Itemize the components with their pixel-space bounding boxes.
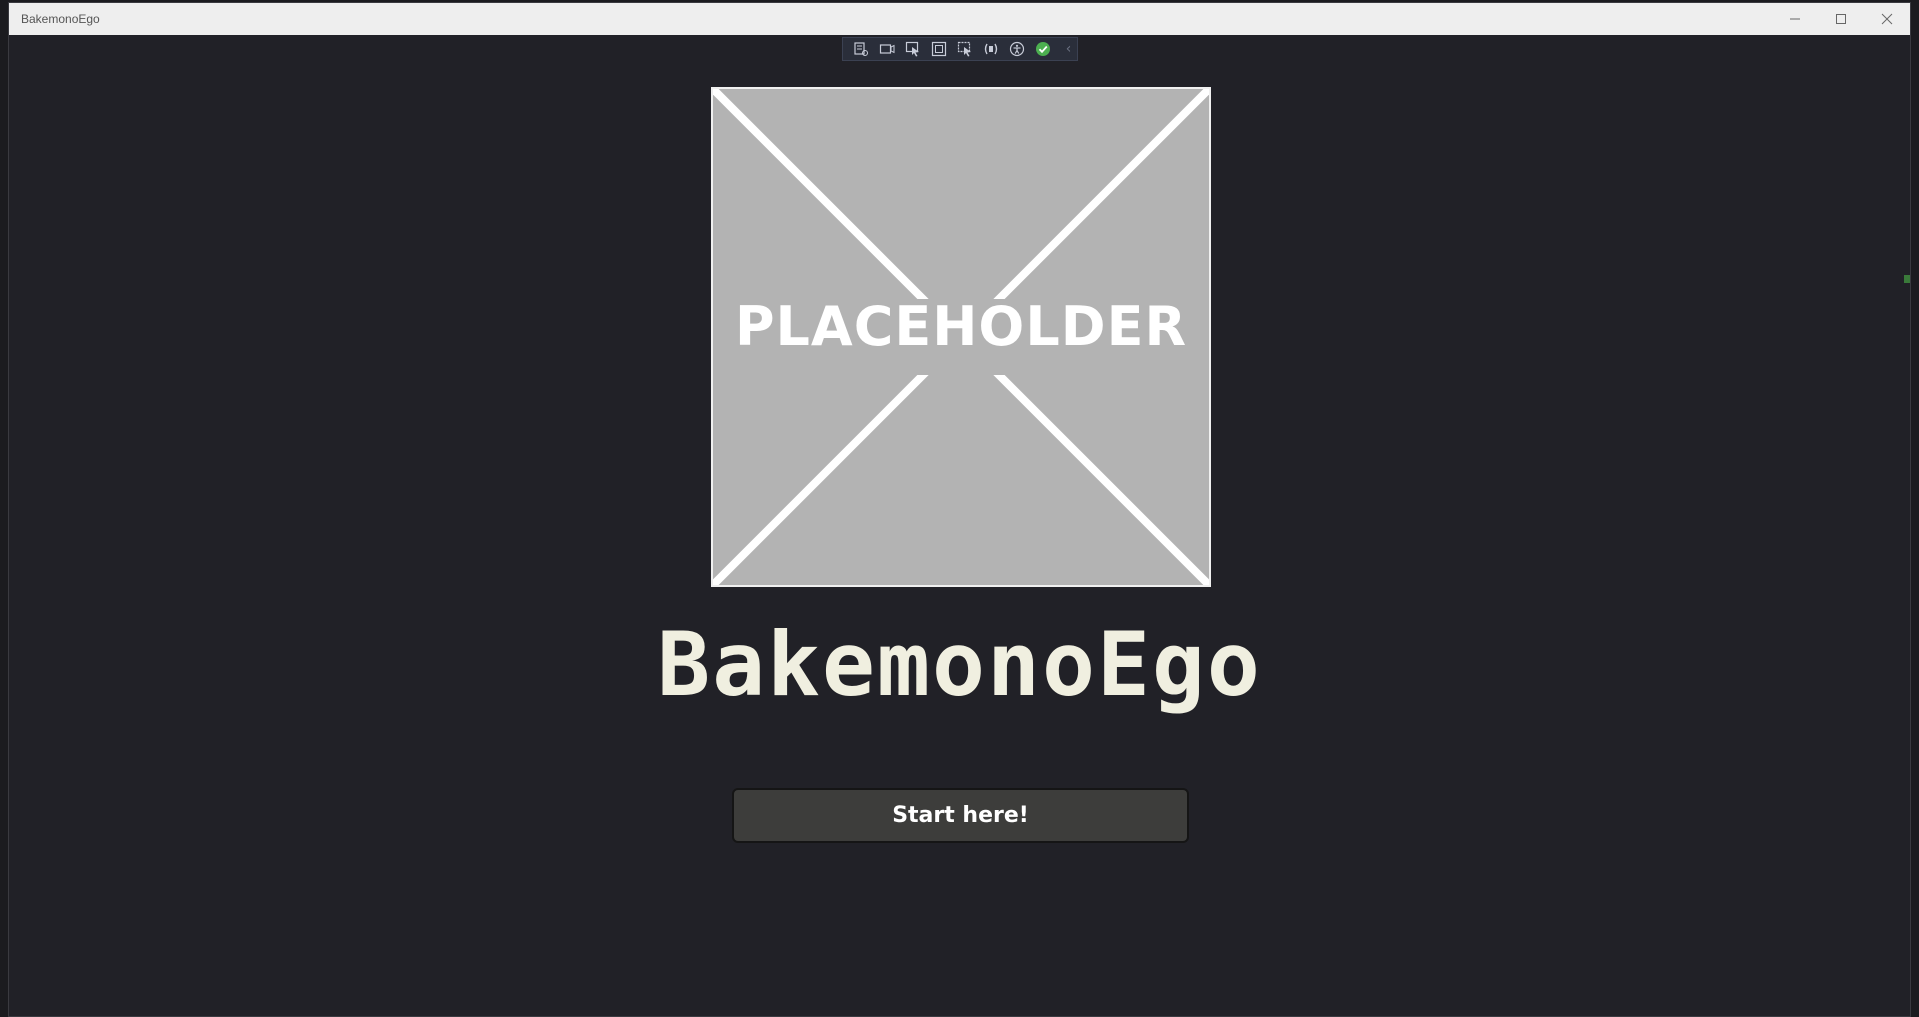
- accessibility-icon[interactable]: [1008, 41, 1025, 58]
- close-button[interactable]: [1864, 3, 1910, 35]
- window-title: BakemonoEgo: [21, 12, 100, 26]
- minimize-button[interactable]: [1772, 3, 1818, 35]
- select-element-icon[interactable]: [905, 41, 922, 58]
- title-bar[interactable]: BakemonoEgo: [9, 3, 1910, 35]
- minimize-icon: [1790, 18, 1800, 20]
- live-visual-tree-icon[interactable]: [853, 41, 870, 58]
- binding-failures-icon[interactable]: [982, 41, 999, 58]
- maximize-icon: [1836, 14, 1846, 24]
- debug-toolbar: ‹: [842, 37, 1078, 61]
- track-focus-icon[interactable]: [957, 41, 974, 58]
- close-icon: [1881, 13, 1893, 25]
- display-layout-adorners-icon[interactable]: [931, 41, 948, 58]
- start-here-button[interactable]: Start here!: [732, 788, 1189, 843]
- maximize-button[interactable]: [1818, 3, 1864, 35]
- check-ok-icon[interactable]: [1034, 41, 1051, 58]
- collapse-chevron-icon[interactable]: ‹: [1060, 41, 1077, 58]
- app-title: BakemonoEgo: [657, 613, 1262, 716]
- edge-indicator: [1904, 275, 1910, 283]
- placeholder-label: PLACEHOLDER: [734, 295, 1188, 358]
- window-controls: [1772, 3, 1910, 35]
- app-window: BakemonoEgo ‹ PLACEHOLDER BakemonoEgo St…: [8, 2, 1911, 1017]
- video-capture-icon[interactable]: [879, 41, 896, 58]
- main-content: ‹ PLACEHOLDER BakemonoEgo Start here!: [9, 35, 1910, 1016]
- placeholder-image: PLACEHOLDER: [711, 87, 1211, 587]
